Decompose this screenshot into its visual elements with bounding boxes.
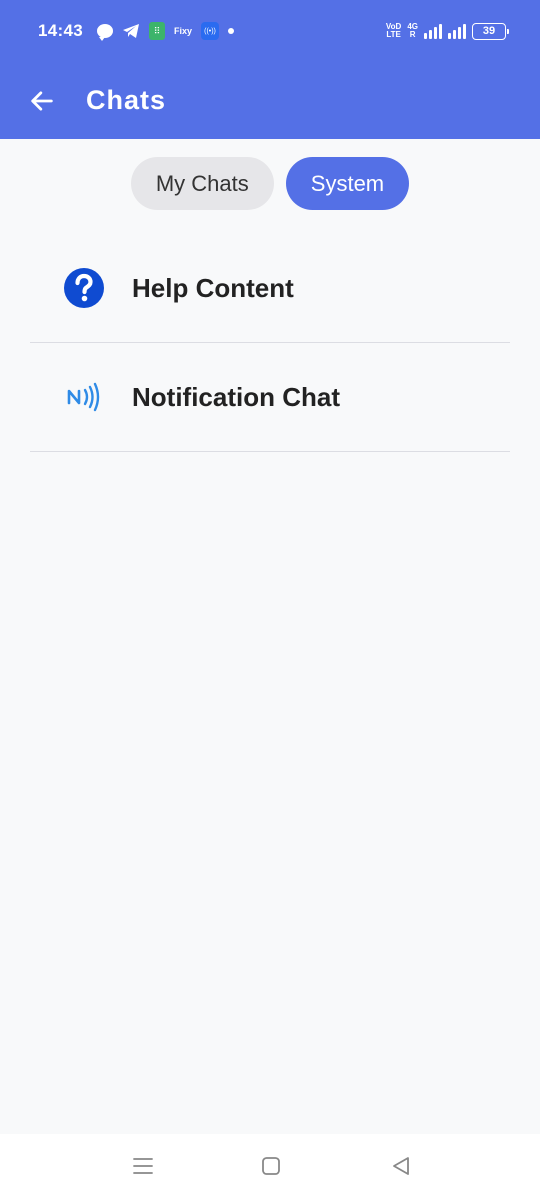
notification-icons: ⠿ Fixy ((•)) — [96, 22, 234, 41]
telegram-icon — [122, 23, 140, 39]
back-triangle-icon — [393, 1157, 409, 1175]
back-button[interactable] — [12, 71, 72, 131]
system-chat-list: Help Content Notification Chat — [30, 234, 510, 452]
list-item-label: Notification Chat — [132, 381, 340, 412]
signal-icon-2 — [448, 23, 466, 39]
recent-apps-button[interactable] — [131, 1154, 155, 1178]
list-item-label: Help Content — [132, 272, 294, 303]
fixy-icon: Fixy — [173, 26, 192, 36]
dot-icon — [228, 28, 234, 34]
system-status-icons: VoD LTE 4G R 39 — [386, 22, 509, 40]
signal-icon — [424, 23, 442, 39]
app-bar: Chats — [0, 62, 540, 139]
green-app-icon: ⠿ — [148, 22, 165, 40]
system-nav-bar — [0, 1134, 540, 1200]
chat-bubble-icon — [96, 24, 113, 41]
status-bar: 14:43 ⠿ Fixy ((•)) VoD LTE 4G R 39 — [0, 0, 540, 62]
home-button[interactable] — [259, 1154, 283, 1178]
battery-icon: 39 — [472, 22, 509, 40]
network-label: VoD LTE — [386, 23, 401, 39]
tab-my-chats[interactable]: My Chats — [130, 157, 274, 210]
page-title: Chats — [86, 85, 167, 115]
tab-my-chats-label: My Chats — [155, 170, 249, 196]
tab-system-label: System — [310, 170, 385, 196]
status-time: 14:43 — [38, 21, 83, 40]
network-label-bottom: LTE — [386, 30, 401, 39]
list-item-notification-chat[interactable]: Notification Chat — [30, 343, 510, 452]
menu-icon — [133, 1158, 153, 1174]
list-item-help-content[interactable]: Help Content — [30, 234, 510, 343]
tab-system[interactable]: System — [285, 157, 410, 210]
network-type: 4G R — [407, 23, 418, 39]
chat-type-tabs: My Chats System — [0, 157, 540, 210]
arrow-left-icon — [31, 90, 53, 111]
notification-nfc-icon — [63, 376, 105, 418]
help-circle-icon — [63, 267, 105, 309]
back-nav-button[interactable] — [389, 1154, 413, 1178]
roaming-label: R — [409, 30, 416, 39]
battery-level: 39 — [482, 25, 496, 37]
radio-icon: ((•)) — [201, 22, 219, 40]
home-square-icon — [262, 1157, 280, 1175]
